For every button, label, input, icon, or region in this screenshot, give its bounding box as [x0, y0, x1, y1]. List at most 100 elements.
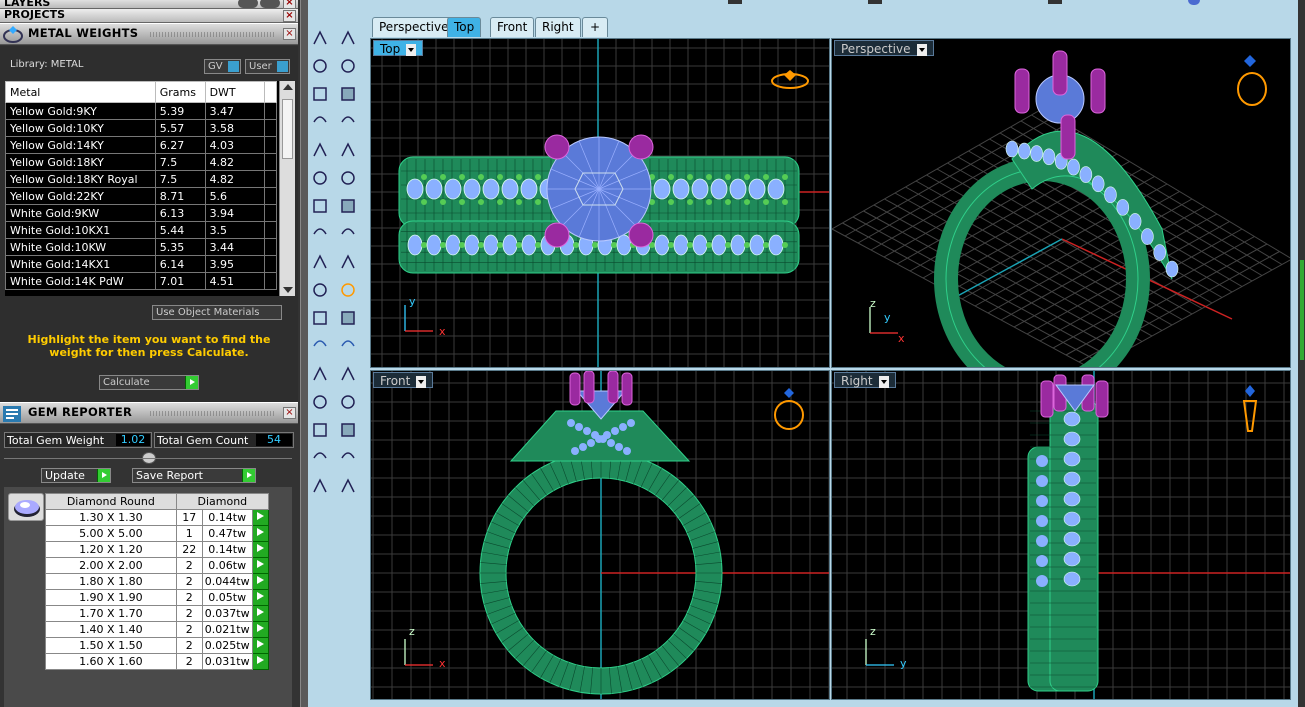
row-play-icon[interactable]: [251, 525, 270, 542]
trim-icon[interactable]: [341, 283, 355, 297]
cut-icon[interactable]: [341, 423, 355, 437]
metal-table-container[interactable]: Metal Grams DWT Yellow Gold:9KY 5.39 3.47 Y…: [5, 81, 295, 296]
save-report-button[interactable]: Save Report: [132, 468, 256, 483]
viewport-right[interactable]: Right z y: [831, 370, 1291, 700]
table-row[interactable]: White Gold:14K PdW 7.01 4.51: [5, 272, 277, 290]
close-icon[interactable]: ×: [283, 407, 296, 419]
dimension-icon[interactable]: [341, 366, 355, 381]
row-play-icon[interactable]: [251, 557, 270, 574]
table-row[interactable]: Yellow Gold:18KY Royal 7.5 4.82: [5, 170, 277, 188]
projects-panel-title[interactable]: PROJECTS ×: [0, 9, 298, 23]
top-view-canvas[interactable]: [371, 39, 830, 368]
tab-top[interactable]: Top: [447, 17, 482, 37]
toolbar-icon[interactable]: [728, 0, 742, 4]
toolbar-icon[interactable]: [868, 0, 882, 4]
table-row[interactable]: White Gold:10KW 5.35 3.44: [5, 238, 277, 256]
table-row[interactable]: Yellow Gold:18KY 7.5 4.82: [5, 153, 277, 171]
column-metal[interactable]: Metal: [5, 81, 156, 103]
update-button[interactable]: Update: [41, 468, 111, 483]
close-icon[interactable]: ×: [283, 0, 296, 9]
front-view-canvas[interactable]: [371, 371, 830, 700]
surface-icon[interactable]: [341, 228, 355, 235]
polyline-icon[interactable]: [313, 59, 327, 73]
extrude-icon[interactable]: [341, 171, 355, 185]
layers-eye-icon[interactable]: [238, 0, 258, 8]
arc-icon[interactable]: [313, 116, 327, 123]
ellipse-icon[interactable]: [341, 87, 355, 101]
panel-splitter[interactable]: [300, 0, 308, 707]
rotate-icon[interactable]: [313, 340, 327, 347]
erase-icon[interactable]: [313, 478, 327, 493]
grid-array-icon[interactable]: [313, 423, 327, 437]
table-row[interactable]: 1.50 X 1.50 2 0.025tw: [45, 637, 270, 654]
column-dwt[interactable]: DWT: [204, 81, 266, 103]
tab-front[interactable]: Front: [490, 17, 535, 37]
cylinder-icon[interactable]: [313, 228, 327, 235]
table-row[interactable]: Yellow Gold:22KY 8.71 5.6: [5, 187, 277, 205]
viewport-top[interactable]: Top y x: [370, 38, 830, 368]
table-row[interactable]: Yellow Gold:14KY 6.27 4.03: [5, 136, 277, 154]
table-row[interactable]: 1.20 X 1.20 22 0.14tw: [45, 541, 270, 558]
row-play-icon[interactable]: [251, 637, 270, 654]
row-play-icon[interactable]: [251, 621, 270, 638]
close-icon[interactable]: ×: [283, 10, 296, 22]
gem-tool-icon[interactable]: [341, 340, 355, 347]
toolbar-icon[interactable]: [1048, 0, 1062, 4]
boolean-icon[interactable]: [341, 254, 355, 269]
paint-icon[interactable]: [341, 478, 355, 493]
table-row[interactable]: White Gold:14KX1 6.14 3.95: [5, 255, 277, 273]
box-icon[interactable]: [313, 199, 327, 213]
viewport-front[interactable]: Front z x: [370, 370, 830, 700]
row-play-icon[interactable]: [251, 605, 270, 622]
metal-table-scrollbar[interactable]: [279, 81, 295, 296]
split-icon[interactable]: [313, 283, 327, 297]
table-row[interactable]: White Gold:10KX1 5.44 3.5: [5, 221, 277, 239]
perspective-view-canvas[interactable]: [832, 39, 1291, 368]
help-icon[interactable]: [1188, 0, 1200, 5]
solid-icon[interactable]: [313, 452, 327, 459]
use-object-materials-button[interactable]: Use Object Materials: [152, 305, 282, 320]
table-row[interactable]: Yellow Gold:9KY 5.39 3.47: [5, 102, 277, 120]
viewport-perspective-label[interactable]: Perspective: [834, 40, 934, 56]
table-row[interactable]: Yellow Gold:10KY 5.57 3.58: [5, 119, 277, 137]
row-play-icon[interactable]: [251, 653, 270, 670]
text-icon[interactable]: [313, 366, 327, 381]
transform-icon[interactable]: [313, 254, 327, 269]
scroll-up-icon[interactable]: [283, 84, 293, 90]
curve-icon[interactable]: [341, 59, 355, 73]
right-view-canvas[interactable]: [832, 371, 1291, 700]
scroll-thumb[interactable]: [282, 99, 293, 159]
check-icon[interactable]: [341, 452, 355, 459]
gv-button[interactable]: GV: [204, 59, 241, 74]
point-icon[interactable]: [341, 30, 355, 45]
table-row[interactable]: 1.90 X 1.90 2 0.05tw: [45, 589, 270, 606]
rectangle-icon[interactable]: [341, 116, 355, 123]
sphere-icon[interactable]: [341, 199, 355, 213]
user-button[interactable]: User: [245, 59, 290, 74]
table-row[interactable]: White Gold:9KW 6.13 3.94: [5, 204, 277, 222]
metal-weights-header[interactable]: METAL WEIGHTS ×: [0, 23, 298, 45]
table-row[interactable]: 5.00 X 5.00 1 0.47tw: [45, 525, 270, 542]
row-play-icon[interactable]: [251, 509, 270, 526]
table-row[interactable]: 1.30 X 1.30 17 0.14tw: [45, 509, 270, 526]
viewport-front-label[interactable]: Front: [373, 372, 434, 388]
pipe-icon[interactable]: [341, 395, 355, 409]
fillet-icon[interactable]: [341, 142, 355, 157]
mirror-icon[interactable]: [313, 311, 327, 325]
table-row[interactable]: 1.40 X 1.40 2 0.021tw: [45, 621, 270, 638]
scroll-down-icon[interactable]: [283, 287, 293, 293]
table-row[interactable]: 1.60 X 1.60 2 0.031tw: [45, 653, 270, 670]
add-tab-button[interactable]: +: [582, 17, 608, 37]
table-row[interactable]: 1.80 X 1.80 2 0.044tw: [45, 573, 270, 590]
viewport-perspective[interactable]: Perspective z y x: [831, 38, 1291, 368]
polygon-icon[interactable]: [313, 142, 327, 157]
column-grams[interactable]: Grams: [154, 81, 206, 103]
viewport-right-label[interactable]: Right: [834, 372, 896, 388]
row-play-icon[interactable]: [251, 573, 270, 590]
row-play-icon[interactable]: [251, 589, 270, 606]
table-row[interactable]: 2.00 X 2.00 2 0.06tw: [45, 557, 270, 574]
tab-right[interactable]: Right: [535, 17, 581, 37]
layout-icon[interactable]: [313, 395, 327, 409]
tab-perspective[interactable]: Perspective: [372, 17, 456, 37]
gem-reporter-header[interactable]: GEM REPORTER ×: [0, 402, 298, 424]
